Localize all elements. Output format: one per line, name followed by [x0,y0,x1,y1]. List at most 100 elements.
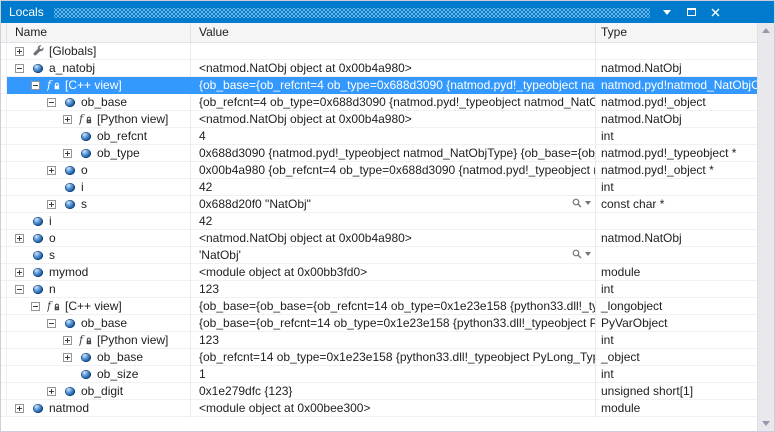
value-cell[interactable]: <natmod.NatObj object at 0x00b4a980> [191,111,596,128]
variable-row[interactable]: n 123 int [1,281,757,298]
value-cell[interactable]: 0x688d3090 {natmod.pyd!_typeobject natmo… [191,145,596,162]
value-cell[interactable]: 4 [191,128,596,145]
variable-type: natmod.pyd!_object * [596,162,757,179]
variable-row[interactable]: o <natmod.NatObj object at 0x00b4a980> n… [1,230,757,247]
value-cell[interactable]: 0x00b4a980 {ob_refcnt=4 ob_type=0x688d30… [191,162,596,179]
name-cell: f [Python view] [7,111,191,128]
expander-toggle[interactable] [47,387,56,396]
scroll-down-button[interactable] [758,416,775,431]
variable-row[interactable]: f [C++ view] {ob_base={ob_refcnt=4 ob_ty… [1,77,757,94]
expander-toggle[interactable] [63,115,72,124]
variable-row[interactable]: f [Python view] 123 int [1,332,757,349]
variable-row[interactable]: s 'NatObj' [1,247,757,264]
svg-text:f: f [79,113,85,125]
vertical-scrollbar[interactable] [757,23,774,431]
value-cell[interactable]: {ob_base={ob_refcnt=14 ob_type=0x1e23e15… [191,315,596,332]
variable-row[interactable]: ob_size 1 int [1,366,757,383]
expander-toggle[interactable] [31,302,40,311]
maximize-button[interactable] [682,3,700,21]
variable-row[interactable]: ob_digit 0x1e279dfc {123} unsigned short… [1,383,757,400]
wrench-icon [32,45,44,57]
value-cell[interactable]: {ob_refcnt=14 ob_type=0x1e23e158 {python… [191,349,596,366]
column-header-name[interactable]: Name [7,23,191,42]
magnifier-icon[interactable] [572,249,582,259]
variable-name: ob_digit [81,383,123,399]
variable-value: 0x1e279dfc {123} [199,384,292,398]
name-cell: f [C++ view] [7,298,191,315]
cpp-view-icon: f [79,334,92,346]
value-cell[interactable]: 1 [191,366,596,383]
value-cell[interactable]: 0x688d20f0 "NatObj" [191,196,596,213]
expander-toggle[interactable] [15,285,24,294]
variable-value: {ob_refcnt=4 ob_type=0x688d3090 {natmod.… [199,95,596,109]
expander-toggle[interactable] [63,353,72,362]
expander-toggle[interactable] [63,149,72,158]
arrow-down-icon [762,421,770,426]
value-cell[interactable]: 123 [191,281,596,298]
variable-row[interactable]: f [Python view] <natmod.NatObj object at… [1,111,757,128]
variable-row[interactable]: ob_base {ob_refcnt=14 ob_type=0x1e23e158… [1,349,757,366]
variable-name: [Python view] [97,332,168,348]
scroll-up-button[interactable] [758,23,775,38]
variable-value: 0x688d3090 {natmod.pyd!_typeobject natmo… [199,146,596,160]
expander-toggle[interactable] [63,336,72,345]
value-cell[interactable]: 0x1e279dfc {123} [191,383,596,400]
column-header-type[interactable]: Type [596,23,774,42]
variable-row[interactable]: s 0x688d20f0 "NatObj" const char * [1,196,757,213]
variable-row[interactable]: ob_refcnt 4 int [1,128,757,145]
expander-toggle[interactable] [31,81,40,90]
variable-name: ob_size [97,366,138,382]
variable-type: int [596,128,757,145]
expander-toggle[interactable] [15,64,24,73]
variable-row[interactable]: [Globals] [1,43,757,60]
value-cell[interactable]: 42 [191,179,596,196]
value-cell[interactable]: <module object at 0x00bee300> [191,400,596,417]
value-cell[interactable]: <natmod.NatObj object at 0x00b4a980> [191,60,596,77]
tool-window-titlebar[interactable]: Locals [1,1,774,23]
variable-row[interactable]: i 42 int [1,179,757,196]
expander-toggle[interactable] [15,268,24,277]
value-cell[interactable]: 42 [191,213,596,230]
variable-name: o [49,230,56,246]
variable-row[interactable]: ob_base {ob_base={ob_refcnt=14 ob_type=0… [1,315,757,332]
value-cell[interactable]: <natmod.NatObj object at 0x00b4a980> [191,230,596,247]
variable-type [596,247,757,264]
variable-name: ob_base [97,349,143,365]
expander-toggle[interactable] [47,166,56,175]
magnifier-icon[interactable] [572,198,582,208]
expander-toggle[interactable] [15,234,24,243]
variable-row[interactable]: mymod <module object at 0x00bb3fd0> modu… [1,264,757,281]
expander-toggle[interactable] [47,200,56,209]
value-cell[interactable]: {ob_base={ob_base={ob_refcnt=14 ob_type=… [191,298,596,315]
expander-toggle[interactable] [47,98,56,107]
value-cell[interactable]: <module object at 0x00bb3fd0> [191,264,596,281]
variable-row[interactable]: ob_type 0x688d3090 {natmod.pyd!_typeobje… [1,145,757,162]
variable-type: int [596,281,757,298]
variable-row[interactable]: o 0x00b4a980 {ob_refcnt=4 ob_type=0x688d… [1,162,757,179]
column-header-value[interactable]: Value [191,23,596,42]
cpp-view-icon: f [47,300,60,312]
visualizer-dropdown-icon[interactable] [585,252,591,256]
object-icon [65,98,75,107]
variable-type: natmod.pyd!_typeobject * [596,145,757,162]
variable-row[interactable]: ob_base {ob_refcnt=4 ob_type=0x688d3090 … [1,94,757,111]
value-cell[interactable]: 'NatObj' [191,247,596,264]
name-cell: ob_base [7,349,191,366]
visualizer-dropdown-icon[interactable] [585,201,591,205]
expander-toggle[interactable] [15,404,24,413]
close-button[interactable] [706,3,724,21]
window-position-button[interactable] [658,3,676,21]
value-cell[interactable]: {ob_refcnt=4 ob_type=0x688d3090 {natmod.… [191,94,596,111]
value-cell[interactable]: 123 [191,332,596,349]
value-cell[interactable]: {ob_base={ob_refcnt=4 ob_type=0x688d3090… [191,77,596,94]
object-icon [33,285,43,294]
visualizer-group [572,198,591,208]
expander-toggle[interactable] [47,319,56,328]
name-cell: [Globals] [7,43,191,60]
variable-row[interactable]: natmod <module object at 0x00bee300> mod… [1,400,757,417]
variable-row[interactable]: a_natobj <natmod.NatObj object at 0x00b4… [1,60,757,77]
expander-toggle[interactable] [15,47,24,56]
variable-row[interactable]: i 42 [1,213,757,230]
variable-row[interactable]: f [C++ view] {ob_base={ob_base={ob_refcn… [1,298,757,315]
value-cell[interactable] [191,43,596,60]
